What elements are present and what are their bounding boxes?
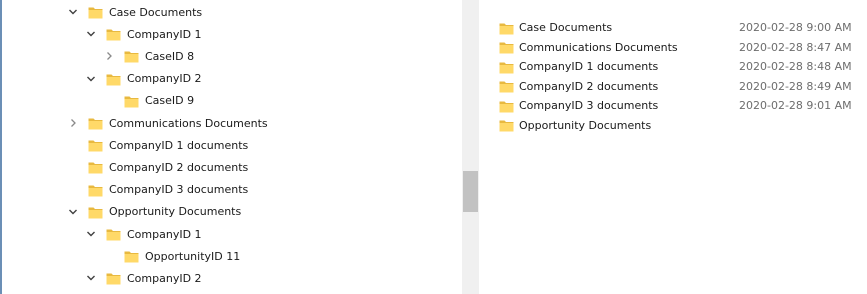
- tree-item-label: CompanyID 2 documents: [109, 160, 249, 174]
- tree-item-label: CompanyID 1: [127, 27, 202, 41]
- file-name: Opportunity Documents: [519, 118, 652, 132]
- folder-icon: [124, 94, 139, 108]
- tree-item[interactable]: OpportunityID 11: [102, 245, 240, 267]
- folder-icon: [499, 99, 514, 113]
- chevron-down-icon[interactable]: [84, 227, 98, 241]
- folder-icon: [499, 40, 514, 54]
- folder-icon: [499, 21, 514, 35]
- chevron-right-icon[interactable]: [66, 116, 80, 130]
- tree-item-label: CaseID 8: [145, 49, 195, 63]
- file-date-modified: 2020-02-28 9:00 AM: [739, 21, 852, 34]
- tree-item-label: Communications Documents: [109, 116, 268, 130]
- tree-item[interactable]: Case Documents: [66, 1, 202, 23]
- file-name: Case Documents: [519, 21, 613, 34]
- tree-item-label: OpportunityID 11: [145, 249, 241, 263]
- file-date-modified: 2020-02-28 8:48 AM: [739, 60, 852, 73]
- tree-item[interactable]: Opportunity Documents: [66, 201, 241, 223]
- file-row[interactable]: Case Documents 2020-02-28 9:00 AM: [499, 18, 867, 37]
- file-list-pane: Case Documents 2020-02-28 9:00 AM Communic…: [479, 0, 867, 294]
- tree-item-label: CompanyID 3 documents: [109, 183, 249, 197]
- tree-item-label: CompanyID 1: [127, 227, 202, 241]
- folder-icon: [88, 138, 103, 152]
- file-date-modified: 2020-02-28 8:49 AM: [739, 79, 852, 93]
- folder-icon: [106, 27, 121, 41]
- folder-icon: [499, 60, 514, 74]
- tree-item-label: Case Documents: [109, 5, 203, 19]
- tree-item-label: CompanyID 2: [127, 72, 202, 86]
- tree-item-label: Opportunity Documents: [109, 205, 242, 219]
- file-name: Communications Documents: [519, 40, 678, 54]
- file-row[interactable]: CompanyID 3 documents 2020-02-28 9:01 AM: [499, 96, 867, 115]
- folder-icon: [499, 118, 514, 132]
- folder-icon: [106, 72, 121, 86]
- folder-icon: [124, 249, 139, 263]
- file-name: CompanyID 2 documents: [519, 79, 659, 93]
- scrollbar-thumb[interactable]: [463, 171, 478, 212]
- file-row[interactable]: Opportunity Documents: [499, 116, 867, 135]
- navigation-pane: Case Documents CompanyID 1 CaseID 8 Company…: [4, 0, 462, 294]
- tree-item-label: CompanyID 2: [127, 271, 202, 285]
- chevron-down-icon[interactable]: [66, 205, 80, 219]
- folder-icon: [88, 160, 103, 174]
- folder-icon: [88, 116, 103, 130]
- nav-pane-scrollbar[interactable]: [462, 0, 479, 294]
- chevron-down-icon[interactable]: [84, 271, 98, 285]
- file-name: CompanyID 1 documents: [519, 60, 659, 73]
- folder-icon: [88, 5, 103, 19]
- file-date-modified: 2020-02-28 8:47 AM: [739, 40, 852, 54]
- tree-item[interactable]: CompanyID 1: [84, 23, 202, 45]
- tree-item[interactable]: CompanyID 3 documents: [66, 179, 248, 201]
- folder-icon: [106, 271, 121, 285]
- folder-icon: [499, 79, 514, 93]
- file-name: CompanyID 3 documents: [519, 99, 659, 112]
- folder-icon: [88, 205, 103, 219]
- file-row[interactable]: CompanyID 1 documents 2020-02-28 8:48 AM: [499, 57, 867, 76]
- file-row[interactable]: CompanyID 2 documents 2020-02-28 8:49 AM: [499, 77, 867, 96]
- folder-icon: [106, 227, 121, 241]
- tree-item[interactable]: CaseID 8: [102, 45, 194, 67]
- chevron-down-icon[interactable]: [84, 27, 98, 41]
- tree-item[interactable]: CompanyID 2: [84, 68, 202, 90]
- chevron-right-icon[interactable]: [102, 49, 116, 63]
- chevron-down-icon[interactable]: [66, 5, 80, 19]
- tree-item[interactable]: CompanyID 2 documents: [66, 156, 248, 178]
- tree-item-label: CompanyID 1 documents: [109, 138, 249, 152]
- folder-icon: [124, 49, 139, 63]
- file-row[interactable]: Communications Documents 2020-02-28 8:47 …: [499, 38, 867, 57]
- tree-item[interactable]: CompanyID 2: [84, 267, 202, 289]
- folder-icon: [88, 183, 103, 197]
- tree-item[interactable]: CaseID 9: [102, 90, 194, 112]
- explorer-window: Case Documents CompanyID 1 CaseID 8 Company…: [0, 0, 867, 294]
- tree-item[interactable]: CompanyID 1: [84, 223, 202, 245]
- tree-item[interactable]: Communications Documents: [66, 112, 268, 134]
- file-date-modified: 2020-02-28 9:01 AM: [739, 99, 852, 112]
- tree-item-label: CaseID 9: [145, 94, 195, 108]
- tree-item[interactable]: CompanyID 1 documents: [66, 134, 248, 156]
- chevron-down-icon[interactable]: [84, 72, 98, 86]
